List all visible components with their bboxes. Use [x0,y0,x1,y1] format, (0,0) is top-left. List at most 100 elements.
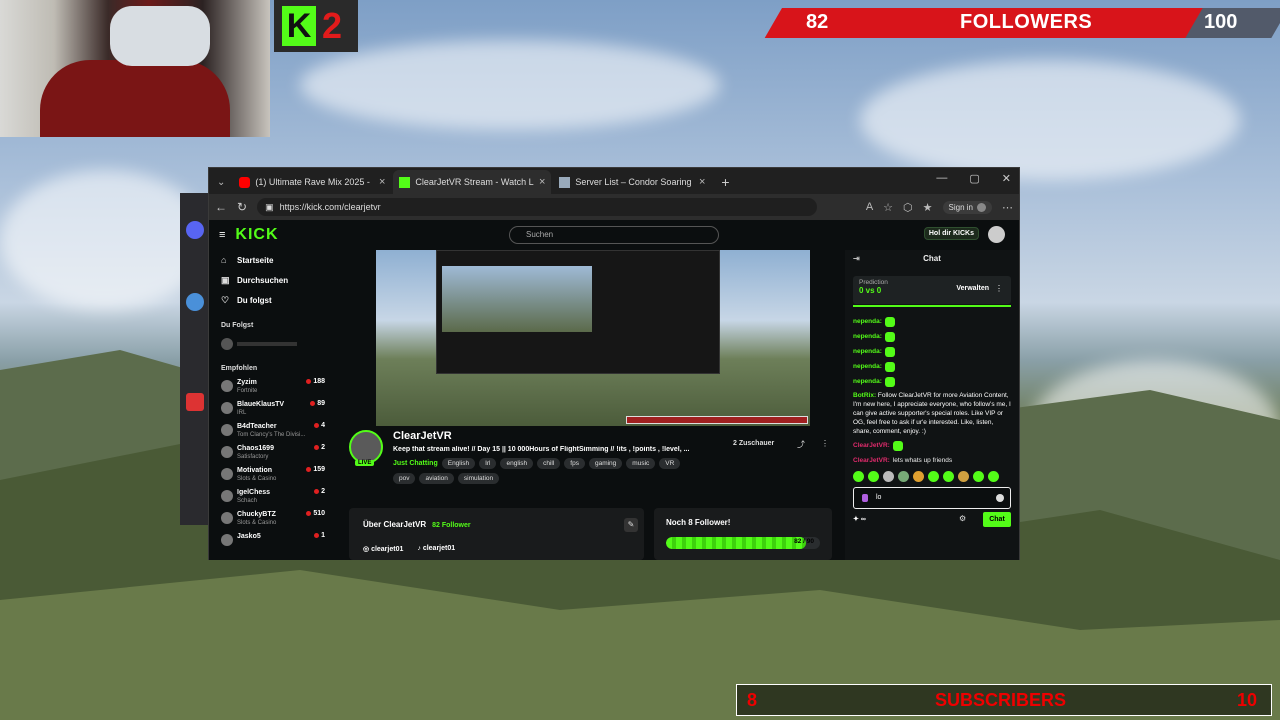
channel-name[interactable]: ClearJetVR [393,430,452,442]
close-icon[interactable]: × [539,176,545,188]
goal-title: Noch 8 Follower! [666,518,731,527]
emote-icon[interactable] [853,471,864,482]
app-icon[interactable] [186,293,204,311]
channel-game: Fortnite [237,388,258,394]
video-player[interactable] [376,250,810,426]
avatar [221,512,233,524]
minimize-icon[interactable]: — [936,172,947,185]
chat-input[interactable]: lo [853,487,1011,509]
user-avatar[interactable] [988,226,1005,243]
kick-icon [399,176,411,188]
channel-points[interactable]: ✦ ∞ [853,515,866,523]
tag-chip[interactable]: aviation [419,473,454,484]
recommended-channel[interactable]: B4dTeacher Tom Clancy's The Divisi... 4 [221,422,331,444]
read-aloud-icon[interactable]: A [866,201,873,213]
maximize-icon[interactable]: ▢ [969,172,979,185]
discord-icon[interactable] [186,221,204,239]
blurred-name [237,342,297,346]
social-links: ◎ clearjet01 ♪ clearjet01 [363,545,630,553]
emote-bar [845,468,1019,485]
emoji-icon[interactable] [996,494,1004,502]
nav-startseite[interactable]: ⌂ Startseite [221,250,331,270]
recommended-channel[interactable]: ChuckyBTZ Slots & Casino 510 [221,510,331,532]
tag-chip[interactable]: music [626,458,656,469]
share-icon[interactable]: ⤴ [797,439,805,450]
menu-icon[interactable]: ≡ [219,229,225,241]
tab-actions-icon[interactable]: ⌄ [213,177,231,194]
chat-text: Follow ClearJetVR for more Aviation Cont… [853,392,1011,435]
emote-icon[interactable] [898,471,909,482]
tag-chip[interactable]: English [441,458,476,469]
emote-icon[interactable] [928,471,939,482]
tag-chip[interactable]: english [500,458,534,469]
hol-dir-kicks-button[interactable]: Hol dir KICKs [923,227,979,240]
back-icon[interactable]: ← [215,200,227,214]
close-icon[interactable]: × [699,176,705,188]
channel-name: IgelChess [237,489,271,496]
chat-username[interactable]: nependa: [853,374,882,389]
recommended-channel[interactable]: BlaueKlausTV IRL 89 [221,400,331,422]
more-icon[interactable]: ⋯ [1002,201,1013,214]
emote-icon[interactable] [868,471,879,482]
avatar [221,446,233,458]
send-chat-button[interactable]: Chat [983,512,1011,527]
sign-in-button[interactable]: Sign in [942,200,992,214]
emote-icon[interactable] [973,471,984,482]
close-window-icon[interactable]: ✕ [1002,172,1011,185]
tag-chip[interactable]: VR [659,458,681,469]
category-link[interactable]: Just Chatting [393,458,438,469]
favorites-icon[interactable]: ★ [923,201,933,214]
chat-username[interactable]: BotRix: [853,392,876,399]
site-info-icon[interactable]: ▣ [265,198,274,216]
emote-icon[interactable] [988,471,999,482]
nav-label: Startseite [237,255,274,265]
recommended-channel[interactable]: Chaos1699 Satisfactory 2 [221,444,331,466]
new-tab-icon[interactable]: + [713,174,737,194]
prediction-manage-button[interactable]: Verwalten [956,285,989,292]
nav-durchsuchen[interactable]: ▣ Durchsuchen [221,270,331,290]
tag-chip[interactable]: gaming [588,458,623,469]
kick-logo[interactable]: KICK [235,226,278,244]
favorite-icon[interactable]: ☆ [883,201,893,214]
chat-username[interactable]: nependa: [853,344,882,359]
collapse-chat-icon[interactable]: ⇥ [853,250,860,268]
url-field[interactable]: ▣ https://kick.com/clearjetvr [257,198,818,216]
tag-chip[interactable]: simulation [457,473,500,484]
recommended-channel[interactable]: Zyzim Fortnite 188 [221,378,331,400]
tiktok-link[interactable]: ♪ clearjet01 [417,545,455,553]
emote-icon[interactable] [958,471,969,482]
chat-username[interactable]: nependa: [853,359,882,374]
recommended-channel[interactable]: IgelChess Schach 2 [221,488,331,510]
instagram-link[interactable]: ◎ clearjet01 [363,545,403,553]
gear-icon[interactable]: ⚙ [959,514,966,523]
prediction-more-icon[interactable]: ⋮ [995,284,1003,293]
close-icon[interactable]: × [379,176,385,188]
tab-kick[interactable]: ClearJetVR Stream - Watch Live o × [393,170,552,194]
recommended-channel[interactable]: Jasko5 1 [221,532,331,554]
nav-du-folgst[interactable]: ♡ Du folgst [221,290,331,310]
recommended-channel[interactable]: Motivation Slots & Casino 159 [221,466,331,488]
more-options-icon[interactable]: ⋮ [821,439,829,448]
notification-icon[interactable] [186,393,204,411]
tag-chip[interactable]: fps [564,458,585,469]
tag-chip[interactable]: Irl [479,458,497,469]
edit-icon[interactable]: ✎ [624,518,638,532]
chat-input-value: lo [876,494,882,501]
tab-youtube[interactable]: (1) Ultimate Rave Mix 2025 - × [233,170,391,194]
tab-condor[interactable]: Server List – Condor Soaring × [553,170,711,194]
chat-username[interactable]: nependa: [853,314,882,329]
search-input[interactable]: Suchen [509,226,719,244]
chat-username[interactable]: nependa: [853,329,882,344]
chat-username[interactable]: ClearJetVR: [853,438,890,453]
emote-icon[interactable] [913,471,924,482]
tag-chip[interactable]: pov [393,473,416,484]
chat-username[interactable]: ClearJetVR: [853,453,890,468]
channel-avatar[interactable] [349,430,383,464]
followed-channel[interactable] [221,335,331,353]
nav-label: Du folgst [237,295,272,305]
emote-icon[interactable] [883,471,894,482]
extensions-icon[interactable]: ⬡ [903,201,913,214]
tag-chip[interactable]: chill [537,458,561,469]
emote-icon[interactable] [943,471,954,482]
reload-icon[interactable]: ↻ [237,200,247,214]
